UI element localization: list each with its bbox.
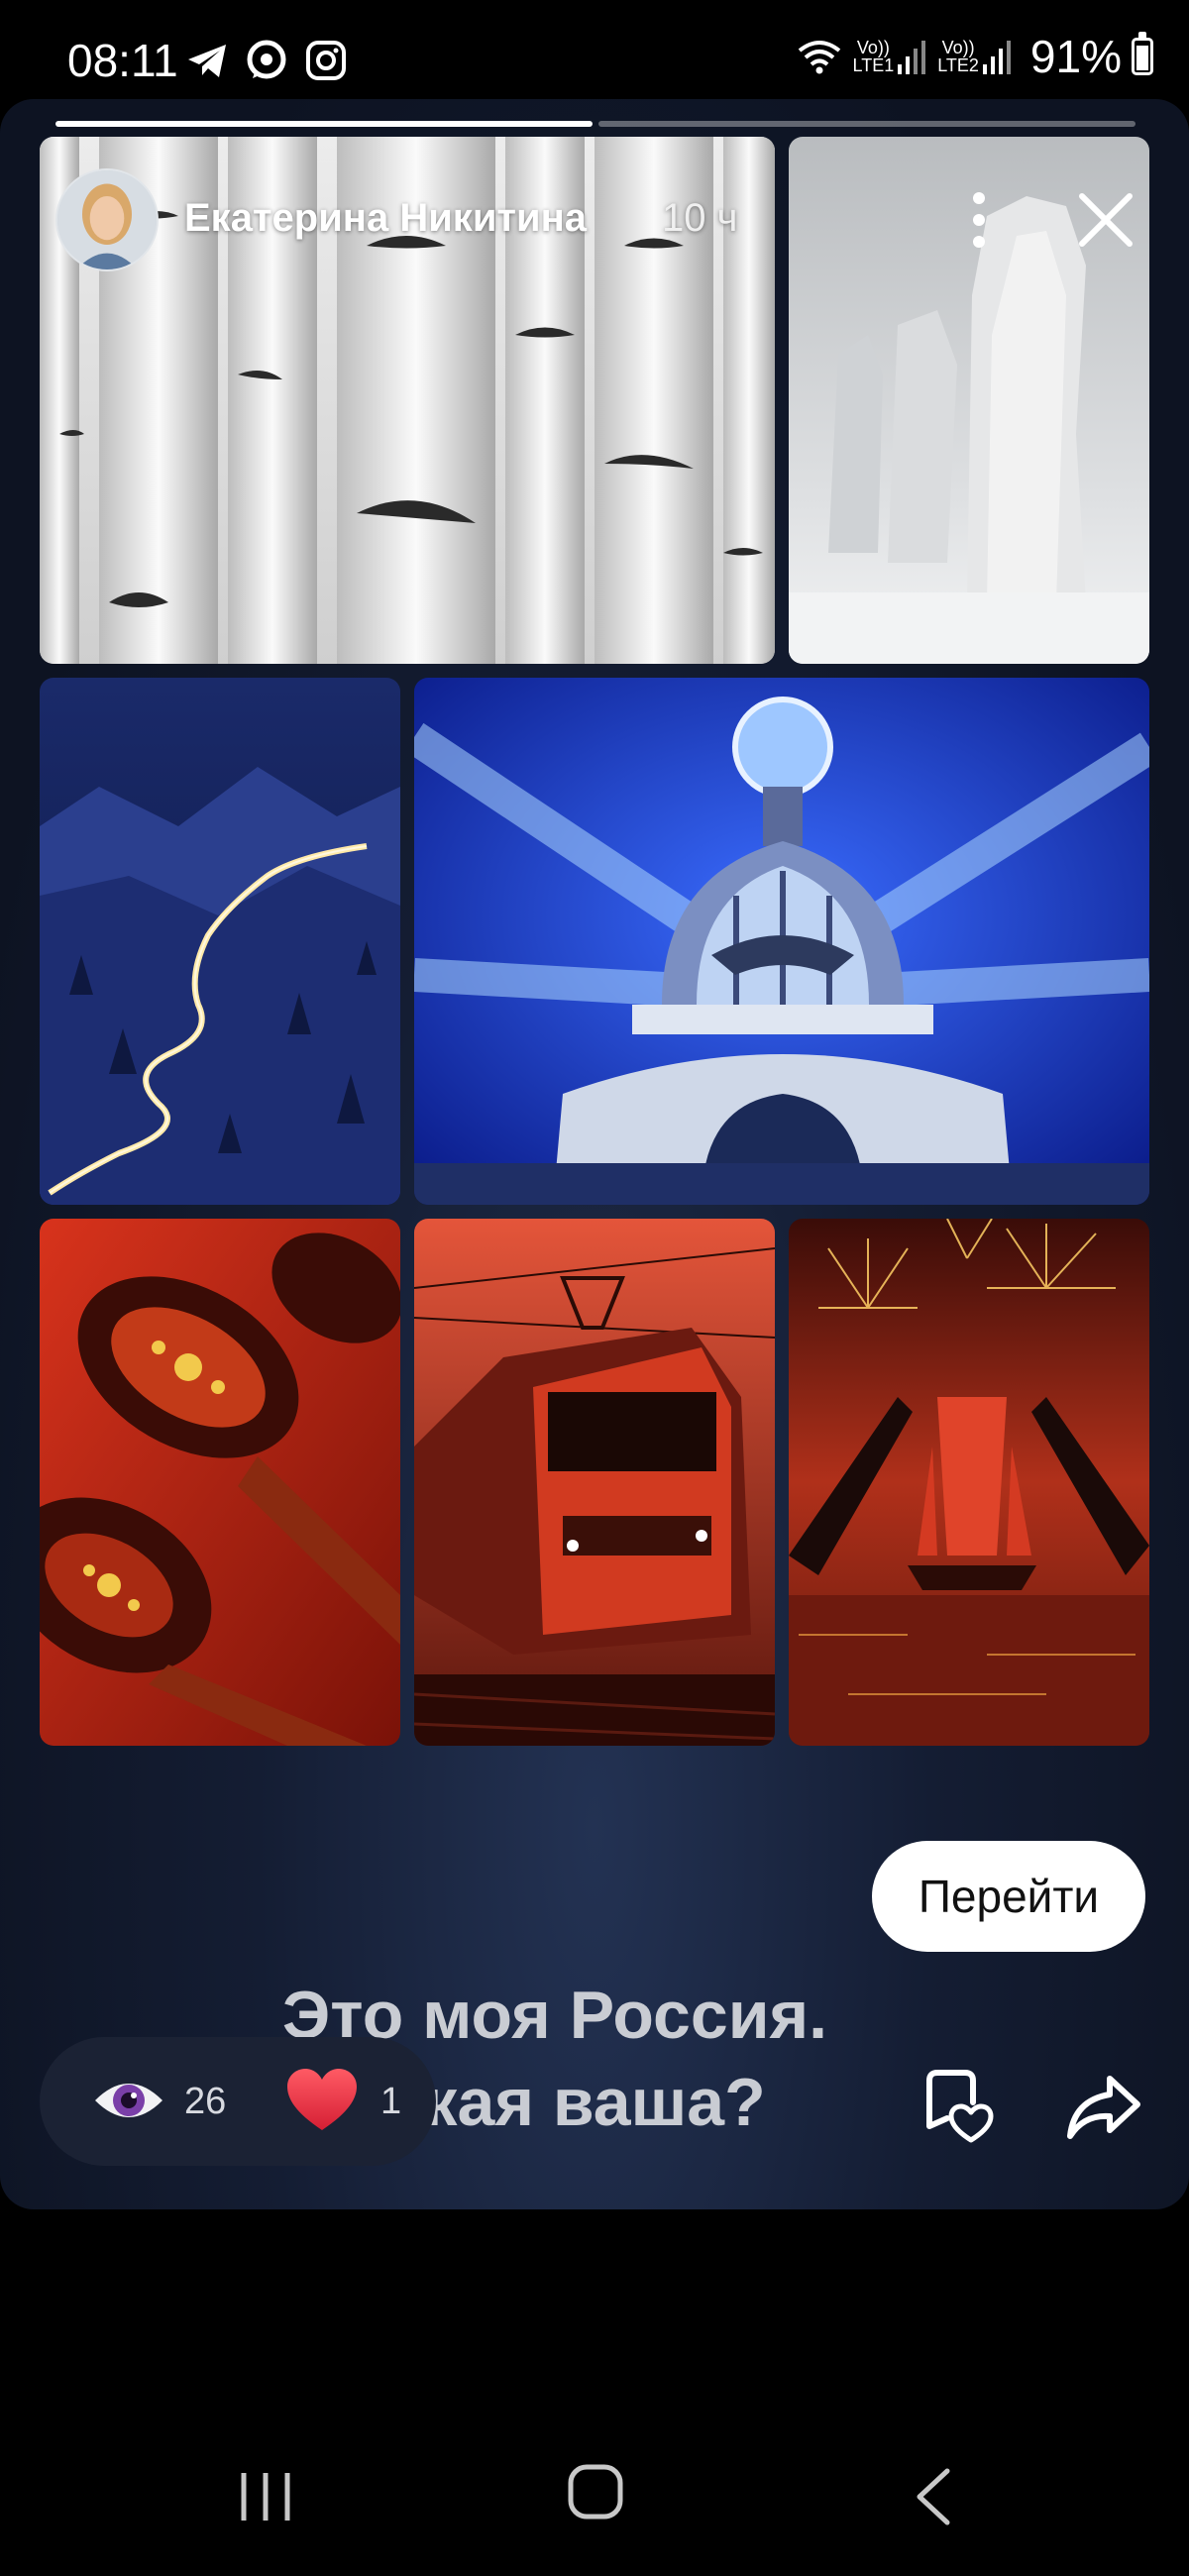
progress-segment (55, 121, 593, 127)
red-train-photo (414, 1219, 775, 1746)
wifi-icon (798, 41, 840, 74)
heart-icon[interactable] (285, 2067, 359, 2134)
status-app-icons (184, 38, 349, 83)
story-header: Екатерина Никитина 10 ч (55, 168, 1135, 287)
close-icon[interactable] (1076, 190, 1135, 250)
more-options-button[interactable] (957, 188, 1001, 252)
eye-icon (95, 2084, 162, 2117)
progress-segment (598, 121, 1135, 127)
signal-bars-icon (898, 41, 926, 74)
instagram-icon (306, 41, 346, 80)
winter-road-photo (40, 678, 400, 1205)
scarlet-sails-photo (789, 1219, 1149, 1746)
sim1-signal: Vo)) LTE1 (853, 39, 928, 74)
home-icon[interactable] (567, 2463, 624, 2521)
singer-house-dome-photo (414, 678, 1149, 1205)
sim2-label-bottom: LTE2 (937, 55, 979, 75)
recent-apps-icon[interactable] (236, 2467, 295, 2526)
views-count: 26 (184, 2081, 227, 2122)
author-avatar[interactable] (55, 168, 159, 271)
go-button[interactable]: Перейти (872, 1841, 1145, 1952)
messenger-icon (247, 40, 286, 79)
back-icon[interactable] (912, 2465, 955, 2528)
story-card[interactable]: Екатерина Никитина 10 ч Это моя Россия. … (0, 99, 1189, 2209)
sim2-signal: Vo)) LTE2 (937, 39, 1013, 74)
stats-pill: 26 1 (40, 2037, 436, 2166)
battery-percent: 91% (1029, 31, 1122, 82)
share-icon[interactable] (1066, 2073, 1141, 2142)
khokhloma-spoons-photo (40, 1219, 400, 1746)
sim1-label-bottom: LTE1 (852, 55, 895, 75)
post-time: 10 ч (662, 196, 738, 240)
save-to-favorites-icon[interactable] (919, 2067, 999, 2146)
story-progress (55, 121, 1135, 127)
status-time: 08:11 (67, 35, 178, 86)
status-right: Vo)) LTE1 Vo)) LTE2 91% (796, 30, 1153, 83)
likes-count: 1 (380, 2081, 402, 2122)
signal-bars-icon (982, 41, 1011, 74)
system-nav-bar (0, 2398, 1189, 2576)
sim1-label-top: Vo)) (856, 38, 890, 57)
battery-icon (1132, 32, 1153, 75)
author-name[interactable]: Екатерина Никитина (184, 196, 587, 241)
telegram-icon (188, 45, 226, 77)
sim2-label-top: Vo)) (941, 38, 975, 57)
